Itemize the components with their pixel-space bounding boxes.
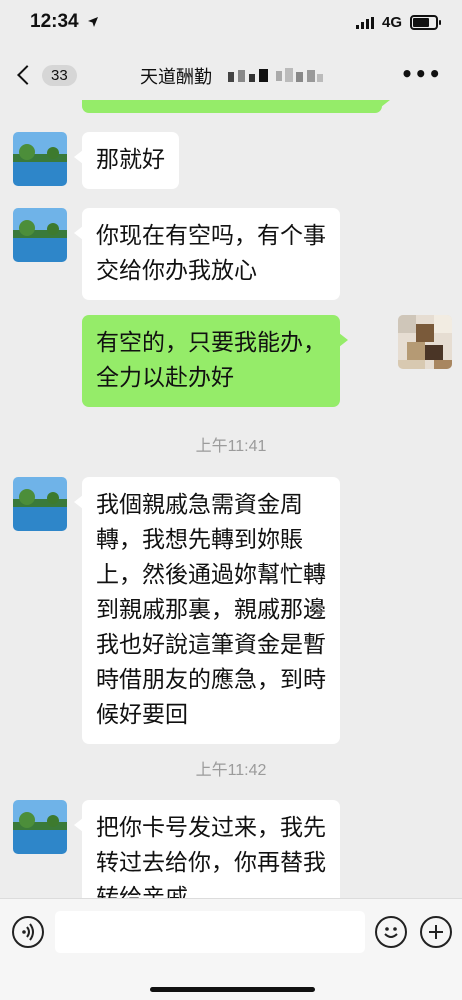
emoji-icon xyxy=(384,927,398,938)
status-bar: 12:34 4G xyxy=(0,0,462,50)
status-time: 12:34 xyxy=(30,11,79,32)
location-arrow-icon xyxy=(88,17,98,27)
network-label: 4G xyxy=(382,14,403,31)
message-input[interactable] xyxy=(55,911,365,953)
message-bubble[interactable]: 有空的，只要我能办， 全力以赴办好 xyxy=(82,315,348,407)
plus-button[interactable] xyxy=(420,916,452,948)
user-avatar[interactable] xyxy=(398,315,452,369)
contact-avatar[interactable] xyxy=(13,208,67,262)
chat-header: 33 天道酬勤 ••• xyxy=(0,50,462,100)
contact-avatar[interactable] xyxy=(13,132,67,186)
voice-button[interactable] xyxy=(12,916,44,948)
cellular-signal-icon xyxy=(356,17,374,29)
contact-avatar[interactable] xyxy=(13,477,67,531)
message-bubble[interactable]: 那就好 xyxy=(74,132,179,189)
chat-title: 天道酬勤 xyxy=(140,67,212,88)
partial-message-bubble xyxy=(82,100,390,113)
contact-avatar[interactable] xyxy=(13,800,67,854)
unread-count-badge: 33 xyxy=(42,64,77,86)
message-timestamp: 上午11:42 xyxy=(195,762,267,779)
message-bubble[interactable]: 把你卡号发过来，我先 转过去给你，你再替我 转给亲戚 xyxy=(74,800,340,898)
voice-icon xyxy=(22,923,34,941)
chevron-left-icon xyxy=(17,65,37,85)
home-indicator xyxy=(150,987,315,992)
more-button[interactable]: ••• xyxy=(401,62,442,86)
battery-icon xyxy=(410,15,441,30)
input-bar xyxy=(0,898,462,1000)
message-list[interactable]: 那就好 你现在有空吗，有个事 交给你办我放心 有空的，只要我能办， 全力以赴办好… xyxy=(0,100,462,898)
back-button[interactable]: 33 xyxy=(12,60,77,90)
message-bubble[interactable]: 你现在有空吗，有个事 交给你办我放心 xyxy=(74,208,340,300)
message-timestamp: 上午11:41 xyxy=(195,438,267,455)
message-bubble[interactable]: 我個親戚急需資金周 轉，我想先轉到妳賬 上，然後通過妳幫忙轉 到親戚那裏，親戚那… xyxy=(74,477,340,744)
censored-name-block xyxy=(228,68,323,82)
emoji-button[interactable] xyxy=(375,916,407,948)
